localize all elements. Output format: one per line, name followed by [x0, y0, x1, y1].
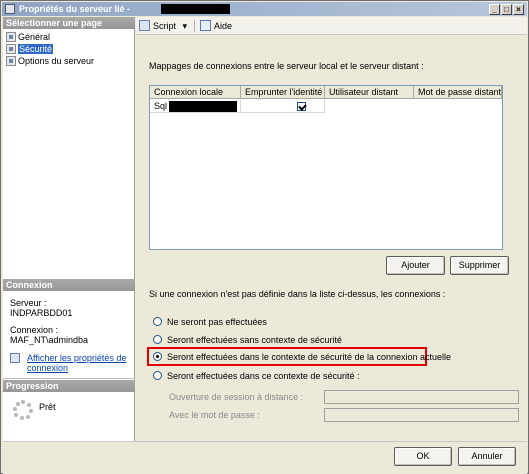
option-not-made[interactable]: Ne seront pas effectuées: [153, 316, 267, 328]
grid-header: Connexion locale Emprunter l'identité Ut…: [150, 86, 502, 99]
minimize-button[interactable]: _: [489, 4, 500, 15]
cell-local-login[interactable]: Sql: [150, 100, 241, 113]
progress-spinner-icon: [13, 400, 33, 420]
login-mappings-grid[interactable]: Connexion locale Emprunter l'identité Ut…: [149, 85, 503, 250]
sidebar-item-security[interactable]: Sécurité: [6, 43, 54, 55]
script-button[interactable]: Script ▾: [139, 20, 187, 32]
chevron-down-icon[interactable]: ▾: [183, 21, 188, 31]
add-button[interactable]: Ajouter: [386, 256, 445, 275]
server-label: Serveur :: [10, 298, 47, 308]
connection-label: Connexion :: [10, 325, 59, 335]
remote-login-label: Ouverture de session à distance :: [169, 392, 304, 402]
remove-button[interactable]: Supprimer: [450, 256, 509, 275]
connection-value: MAF_NT\admindba: [10, 335, 89, 345]
column-header-remote-user[interactable]: Utilisateur distant: [325, 86, 414, 99]
page-icon: [6, 56, 16, 66]
radio-not-made[interactable]: [153, 317, 162, 326]
sidebar-divider: [3, 378, 135, 379]
redacted-login: [169, 101, 237, 112]
page-icon: [6, 44, 16, 54]
script-icon: [139, 20, 150, 31]
toolbar-separator: [194, 20, 195, 32]
column-header-impersonate[interactable]: Emprunter l'identité: [241, 86, 325, 99]
server-value: INDPARBDD01: [10, 308, 73, 318]
connection-header: Connexion: [3, 279, 135, 291]
column-header-local-login[interactable]: Connexion locale: [150, 86, 241, 99]
password-input[interactable]: [324, 408, 519, 422]
window-app-icon: [5, 4, 15, 14]
remote-login-input[interactable]: [324, 390, 519, 404]
with-password-label: Avec le mot de passe :: [169, 410, 260, 420]
impersonate-checkbox[interactable]: [297, 102, 306, 112]
cell-impersonate[interactable]: [241, 100, 325, 113]
redacted-server-name: [161, 4, 230, 14]
option-this-security-context[interactable]: Seront effectuées dans ce contexte de sé…: [153, 370, 359, 382]
progress-status: Prêt: [39, 402, 56, 412]
cancel-button[interactable]: Annuler: [458, 447, 516, 466]
view-connection-properties-link-cont[interactable]: connexion: [27, 363, 68, 373]
window-title: Propriétés du serveur lié -: [19, 4, 131, 14]
select-page-header: Sélectionner une page: [3, 17, 135, 29]
ok-button[interactable]: OK: [394, 447, 452, 466]
title-bar[interactable]: Propriétés du serveur lié - _ □ ×: [2, 2, 527, 16]
not-defined-label: Si une connexion n'est pas définie dans …: [149, 289, 446, 299]
close-button[interactable]: ×: [513, 4, 524, 15]
view-connection-properties-link[interactable]: Afficher les propriétés de: [27, 353, 126, 363]
sidebar-item-general[interactable]: Général: [6, 31, 50, 43]
radio-current-login-context[interactable]: [153, 352, 162, 361]
maximize-button[interactable]: □: [501, 4, 512, 15]
left-pane: Sélectionner une page Général Sécurité O…: [3, 17, 135, 441]
linked-server-properties-window: Propriétés du serveur lié - _ □ × Sélect…: [0, 0, 529, 474]
radio-without-security-context[interactable]: [153, 335, 162, 344]
table-row[interactable]: Sql: [150, 100, 502, 113]
mappings-label: Mappages de connexions entre le serveur …: [149, 61, 424, 71]
properties-icon: [10, 353, 20, 363]
option-current-login-context[interactable]: Seront effectuées dans le contexte de sé…: [153, 351, 451, 363]
sidebar-item-server-options[interactable]: Options du serveur: [6, 55, 94, 67]
column-header-remote-password[interactable]: Mot de passe distant: [414, 86, 502, 99]
help-button[interactable]: Aide: [200, 20, 232, 32]
help-icon: [200, 20, 211, 31]
page-icon: [6, 32, 16, 42]
toolbar: Script ▾ Aide: [136, 17, 527, 35]
progress-header: Progression: [3, 380, 135, 392]
option-without-security-context[interactable]: Seront effectuées sans contexte de sécur…: [153, 334, 342, 346]
radio-this-security-context[interactable]: [153, 371, 162, 380]
